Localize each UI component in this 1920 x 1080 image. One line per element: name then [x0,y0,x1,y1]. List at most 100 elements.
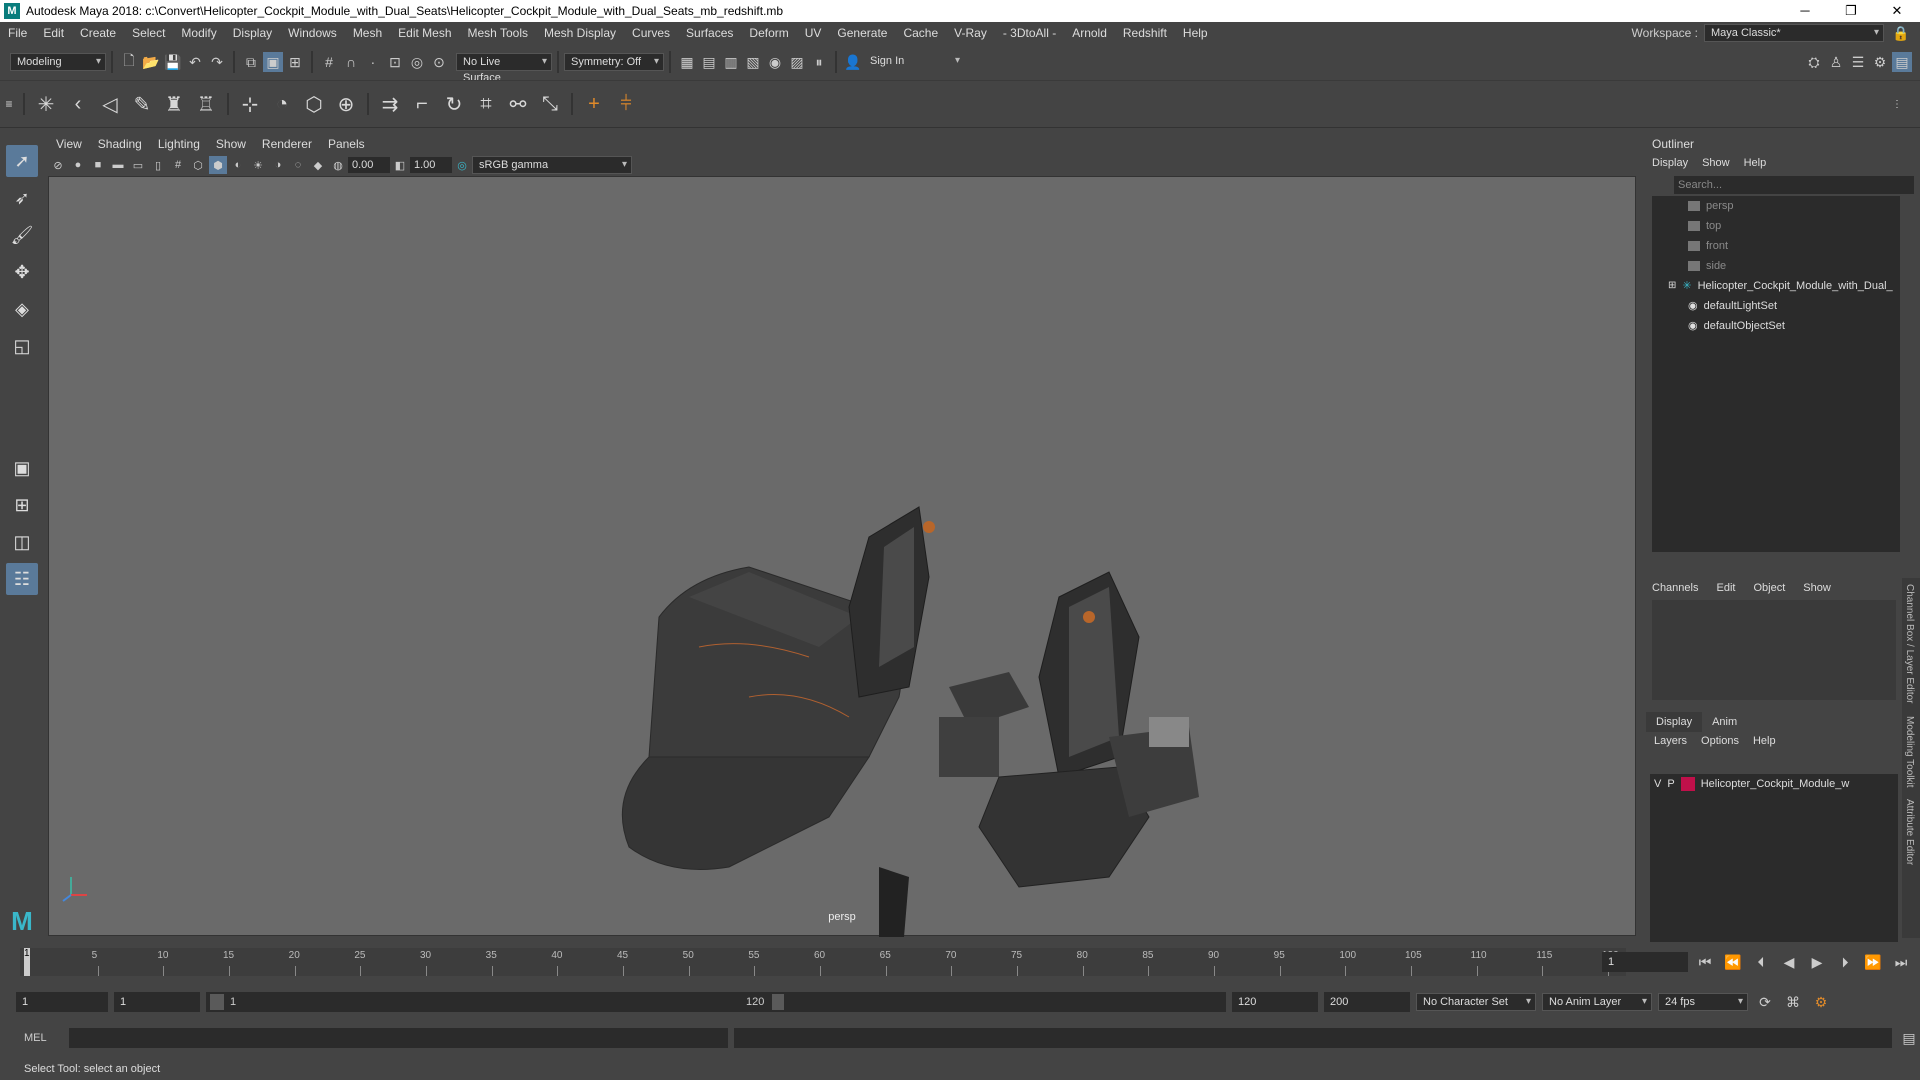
current-frame-field[interactable]: 1 [1602,952,1688,972]
playback-start-field[interactable]: 1 [114,992,200,1012]
scale-tool-icon[interactable]: ◱ [6,330,38,362]
current-time-marker[interactable]: 1 [24,948,30,976]
shelf-scroll-icon[interactable]: ⋮ [1882,89,1912,119]
sign-in-button[interactable]: Sign In [864,53,964,71]
step-forward-frame-icon[interactable]: ⏵ [1835,952,1855,972]
nurbs-cylinder-icon[interactable]: ⊕ [331,89,361,119]
menu-file[interactable]: File [0,22,35,44]
save-scene-icon[interactable]: 💾 [163,52,183,72]
quick-rig-icon[interactable]: ♜ [159,89,189,119]
exposure-field[interactable]: 0.00 [348,157,390,173]
side-tab-attribute-editor[interactable]: Attribute Editor [1902,793,1917,871]
lasso-tool-icon[interactable]: ➶ [6,182,38,214]
menu-mesh-display[interactable]: Mesh Display [536,22,624,44]
lattice-icon[interactable]: ⌗ [471,89,501,119]
outliner-search-input[interactable]: Search... [1674,176,1914,194]
shadows-icon[interactable]: ◑ [269,156,287,174]
menu-edit[interactable]: Edit [35,22,72,44]
tab-anim[interactable]: Anim [1702,712,1747,732]
menu-generate[interactable]: Generate [829,22,895,44]
layer-color-swatch[interactable] [1680,777,1695,791]
human-ik-icon[interactable]: ♙ [1826,52,1846,72]
fps-dropdown[interactable]: 24 fps [1658,993,1748,1011]
shelf-options-icon[interactable]: ≡ [1,89,17,119]
single-view-icon[interactable]: ▣ [6,452,38,484]
range-bar[interactable]: 1 120 [206,992,1226,1012]
close-button[interactable]: ✕ [1874,0,1920,22]
menu-display[interactable]: Display [225,22,280,44]
channelbox-object-menu[interactable]: Object [1753,578,1785,598]
undo-icon[interactable]: ↶ [185,52,205,72]
cockpit-model[interactable] [49,177,1637,937]
viewport-menu-shading[interactable]: Shading [90,137,150,151]
step-back-frame-icon[interactable]: ⏴ [1751,952,1771,972]
move-tool-icon[interactable]: ✥ [6,256,38,288]
gamma-icon[interactable]: ◧ [391,156,409,174]
new-scene-icon[interactable]: 🗋 [119,52,139,72]
live-surface-field[interactable]: No Live Surface [456,53,552,84]
snap-view-icon[interactable]: ⊡ [385,52,405,72]
attribute-editor-icon[interactable]: ☰ [1848,52,1868,72]
play-backwards-icon[interactable]: ◀ [1779,952,1799,972]
image-plane-icon[interactable]: ▬ [109,156,127,174]
menu-vray[interactable]: V-Ray [946,22,995,44]
menu-redshift[interactable]: Redshift [1115,22,1175,44]
channelbox-edit-menu[interactable]: Edit [1716,578,1735,598]
outliner-item[interactable]: ◉ defaultObjectSet [1652,316,1900,336]
nurbs-cube-icon[interactable]: ⬡ [299,89,329,119]
mel-label[interactable]: MEL [24,1032,47,1044]
sculpt-star-icon[interactable]: ✳ [31,89,61,119]
snap-curve-icon[interactable]: ∩ [341,52,361,72]
outliner-item[interactable]: persp [1652,196,1900,216]
ipr-render-icon[interactable]: ▥ [721,52,741,72]
side-tab-modeling-toolkit[interactable]: Modeling Toolkit [1902,710,1917,794]
outliner-item[interactable]: side [1652,256,1900,276]
split-orange-icon[interactable]: ⫩ [611,89,641,119]
anim-layer-dropdown[interactable]: No Anim Layer [1542,993,1652,1011]
smooth-shade-icon[interactable]: ⬢ [209,156,227,174]
grid-toggle-icon[interactable]: # [169,156,187,174]
gamma-field[interactable]: 1.00 [410,157,452,173]
sculpt-icon[interactable]: ⤡ [535,89,565,119]
menu-windows[interactable]: Windows [280,22,345,44]
rotate-tool-icon[interactable]: ◈ [6,293,38,325]
layers-help-menu[interactable]: Help [1753,732,1776,750]
outliner-layout-icon[interactable]: ☷ [6,563,38,595]
menu-modify[interactable]: Modify [173,22,224,44]
snap-point-icon[interactable]: ∙ [363,52,383,72]
select-hierarchy-icon[interactable]: ⧉ [241,52,261,72]
menu-3dtoall[interactable]: - 3DtoAll - [995,22,1064,44]
scene-start-field[interactable]: 1 [16,992,108,1012]
hypershade-icon[interactable]: ◉ [765,52,785,72]
menu-cache[interactable]: Cache [895,22,946,44]
select-object-icon[interactable]: ▣ [263,52,283,72]
color-space-dropdown[interactable]: sRGB gamma [472,156,632,174]
loop-icon[interactable]: ⟳ [1755,992,1775,1012]
playback-end-field[interactable]: 120 [1232,992,1318,1012]
symmetry-dropdown[interactable]: Symmetry: Off [564,53,664,71]
side-tab-channel-box[interactable]: Channel Box / Layer Editor [1902,578,1917,710]
camera-attributes-icon[interactable]: ● [69,156,87,174]
scene-end-field[interactable]: 200 [1324,992,1410,1012]
two-view-icon[interactable]: ◫ [6,526,38,558]
time-ruler[interactable]: 1 5 10 15 20 25 30 35 40 45 50 55 60 65 70 75 80 85 90 95 1… [20,948,1626,976]
camera-select-icon[interactable]: ⊘ [49,156,67,174]
select-component-icon[interactable]: ⊞ [285,52,305,72]
tab-display[interactable]: Display [1646,712,1703,732]
four-view-icon[interactable]: ⊞ [6,489,38,521]
go-to-end-icon[interactable]: ⏭ [1891,952,1911,972]
menu-deform[interactable]: Deform [741,22,796,44]
step-back-key-icon[interactable]: ⏪ [1723,952,1743,972]
workspace-dropdown[interactable]: Maya Classic* [1704,24,1884,42]
use-lights-icon[interactable]: ☀ [249,156,267,174]
film-gate-icon[interactable]: ▭ [129,156,147,174]
xray-icon[interactable]: ◌ [289,156,307,174]
exposure-icon[interactable]: ◍ [329,156,347,174]
layers-menu[interactable]: Layers [1654,732,1687,750]
menu-uv[interactable]: UV [797,22,830,44]
auto-key-icon[interactable]: ⌘ [1783,992,1803,1012]
resolution-gate-icon[interactable]: ▯ [149,156,167,174]
viewport-menu-view[interactable]: View [48,137,90,151]
layer-playback-toggle[interactable]: P [1667,778,1674,790]
layer-visibility-toggle[interactable]: V [1654,778,1661,790]
